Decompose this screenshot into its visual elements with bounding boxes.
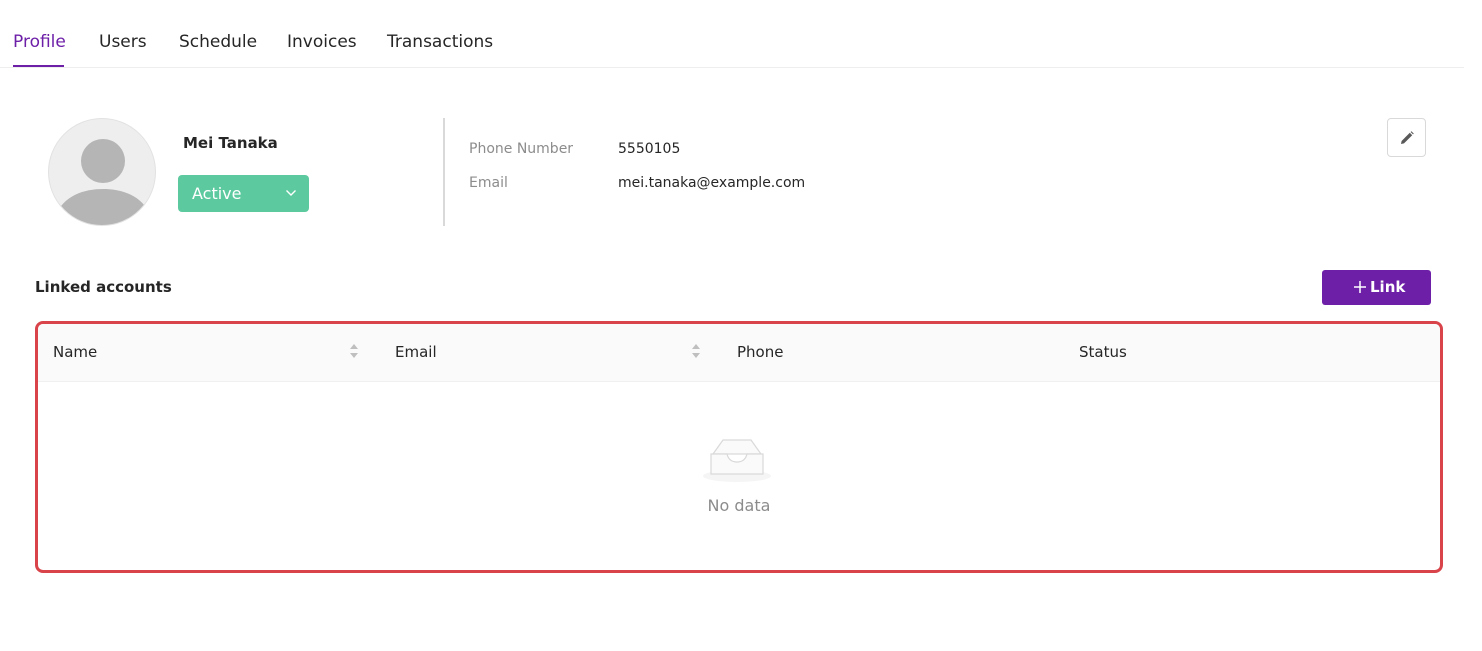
tab-profile[interactable]: Profile — [13, 31, 66, 53]
vertical-divider — [443, 118, 445, 226]
column-header-email[interactable]: Email — [395, 343, 437, 361]
column-header-name[interactable]: Name — [53, 343, 97, 361]
column-header-phone: Phone — [737, 343, 784, 361]
phone-value: 5550105 — [618, 141, 681, 157]
user-name: Mei Tanaka — [183, 134, 278, 152]
profile-page: Profile Users Schedule Invoices Transact… — [0, 0, 1482, 651]
column-header-status: Status — [1079, 343, 1127, 361]
status-value: Active — [192, 184, 242, 203]
user-silhouette-icon — [55, 139, 151, 225]
tab-schedule[interactable]: Schedule — [179, 31, 257, 53]
linked-accounts-table: Name Email Phone Status No data — [35, 321, 1443, 573]
tab-users[interactable]: Users — [99, 31, 147, 53]
link-button-label: Link — [1370, 278, 1406, 296]
empty-inbox-icon — [703, 439, 771, 482]
tab-transactions[interactable]: Transactions — [387, 31, 493, 53]
empty-state-text: No data — [707, 496, 771, 515]
plus-icon — [1354, 281, 1366, 293]
tab-bar: Profile Users Schedule Invoices Transact… — [0, 0, 1464, 68]
tab-invoices[interactable]: Invoices — [287, 31, 357, 53]
pencil-icon — [1401, 131, 1414, 144]
status-dropdown[interactable]: Active — [178, 175, 309, 212]
sort-icon[interactable] — [691, 343, 701, 359]
email-value: mei.tanaka@example.com — [618, 175, 806, 191]
linked-accounts-title: Linked accounts — [35, 278, 172, 296]
chevron-down-icon — [286, 190, 296, 196]
table-header: Name Email Phone Status — [38, 324, 1440, 382]
email-label: Email — [469, 175, 508, 191]
phone-label: Phone Number — [469, 141, 574, 157]
sort-icon[interactable] — [349, 343, 359, 359]
avatar — [48, 118, 156, 226]
edit-profile-button[interactable] — [1387, 118, 1426, 157]
active-tab-indicator — [13, 65, 64, 67]
link-account-button[interactable]: Link — [1322, 270, 1431, 305]
